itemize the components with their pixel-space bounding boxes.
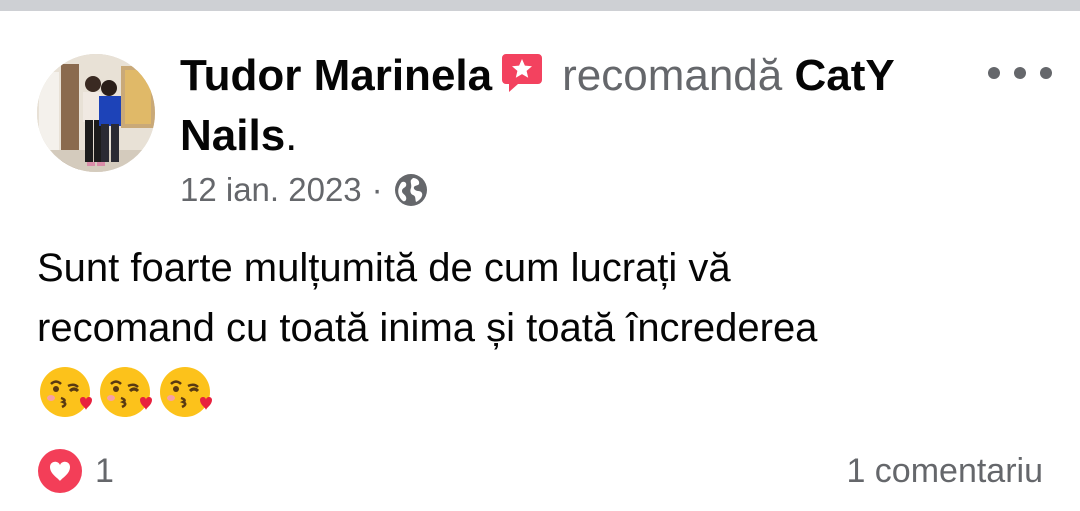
comments-count-link[interactable]: 1 comentariu: [846, 448, 1043, 494]
post-header: Tudor Marinela recomandă CatY Nails.: [180, 46, 980, 166]
more-dot: [1014, 67, 1026, 79]
post-body: Sunt foarte mulțumită de cum lucrați vă …: [37, 238, 1047, 358]
page-name-period: .: [285, 111, 298, 160]
post-text-line-1: Sunt foarte mulțumită de cum lucrați vă: [37, 246, 731, 290]
avatar[interactable]: [37, 54, 155, 172]
meta-separator: ·: [371, 171, 383, 208]
more-dot: [988, 67, 1000, 79]
post-meta: 12 ian. 2023 ·: [180, 170, 429, 210]
reaction-count: 1: [95, 451, 114, 490]
top-divider: [0, 0, 1080, 11]
more-options-icon[interactable]: [988, 58, 1052, 88]
page-name-part2[interactable]: Nails: [180, 111, 285, 160]
reactions-summary[interactable]: 1: [37, 448, 114, 494]
emoji-row: [37, 364, 213, 420]
author-name[interactable]: Tudor Marinela: [180, 51, 492, 100]
kissing-heart-emoji-icon: [160, 367, 212, 417]
recommends-label: recomandă: [562, 51, 783, 100]
post-text-line-2: recomand cu toată inima și toată încrede…: [37, 306, 818, 350]
post-date[interactable]: 12 ian. 2023: [180, 171, 362, 209]
page-name-part1[interactable]: CatY: [794, 51, 894, 100]
more-dot: [1040, 67, 1052, 79]
header-line-1: Tudor Marinela recomandă CatY: [180, 46, 980, 106]
kissing-heart-emoji-icon: [40, 367, 92, 417]
kissing-heart-emoji-icon: [100, 367, 152, 417]
avatar-photo: [37, 54, 155, 172]
love-reaction-icon: [38, 449, 82, 493]
header-line-2: Nails.: [180, 106, 980, 166]
globe-icon[interactable]: [393, 172, 429, 208]
recommend-badge-icon: [502, 54, 543, 92]
